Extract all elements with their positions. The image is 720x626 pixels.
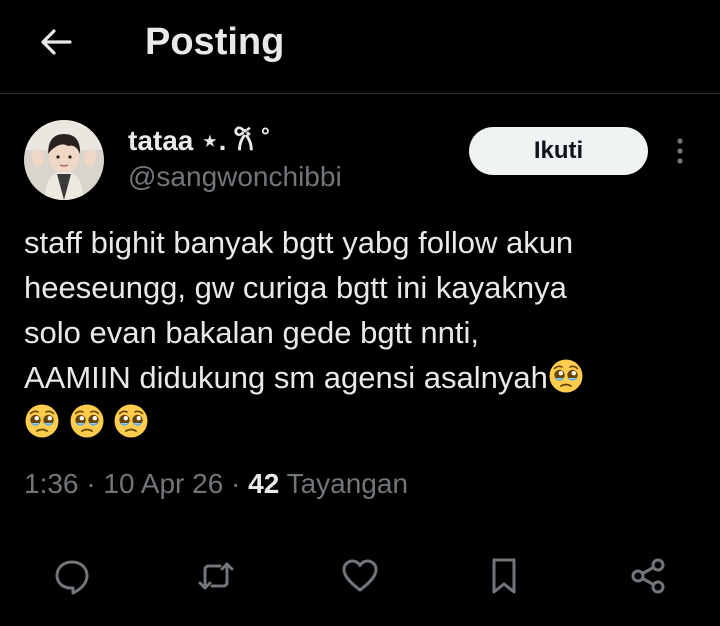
page-title: Posting: [145, 21, 285, 63]
pleading-face-emoji: [548, 358, 584, 394]
like-button[interactable]: [336, 552, 384, 600]
bookmark-button[interactable]: [480, 552, 528, 600]
top-bar: Posting: [0, 0, 720, 94]
back-button[interactable]: [34, 20, 78, 64]
more-options-button[interactable]: [664, 131, 696, 171]
post-text: staff bighit banyak bgtt yabg follow aku…: [24, 220, 704, 445]
pleading-face-emoji: [24, 403, 60, 439]
pleading-face-emoji: [113, 403, 149, 439]
reply-button[interactable]: [48, 552, 96, 600]
post-text-segment: AAMIIN didukung sm agensi asalnyah: [24, 360, 548, 395]
post-text-line: heeseungg, gw curiga bgtt ini kayaknya: [24, 270, 567, 305]
post-date[interactable]: 10 Apr 26: [103, 468, 223, 499]
action-bar: [0, 548, 720, 604]
reply-icon: [55, 560, 89, 595]
profile-photo: [24, 120, 104, 200]
share-icon: [631, 558, 665, 594]
bookmark-icon: [492, 558, 516, 594]
repost-button[interactable]: [192, 552, 240, 600]
post-text-line: solo evan bakalan gede bgtt nnti,: [24, 315, 480, 350]
post-text-line: staff bighit banyak bgtt yabg follow aku…: [24, 225, 574, 260]
post-text-line: AAMIIN didukung sm agensi asalnyah: [24, 355, 704, 400]
share-button[interactable]: [624, 552, 672, 600]
views-label: Tayangan: [286, 468, 409, 499]
repost-icon: [198, 562, 234, 590]
more-vertical-icon: [677, 138, 683, 164]
author-handle[interactable]: @sangwonchibbi: [128, 160, 342, 194]
views-count: 42: [248, 468, 280, 499]
arrow-left-icon: [41, 29, 72, 55]
author-display-name[interactable]: tataa ⋆. 𐙚 ˚: [128, 124, 271, 158]
heart-icon: [342, 559, 378, 592]
meta-separator: ·: [223, 468, 249, 499]
meta-separator: ·: [78, 468, 104, 499]
avatar[interactable]: [24, 120, 104, 200]
emoji-line: [24, 400, 704, 445]
follow-button[interactable]: Ikuti: [469, 127, 648, 175]
post-meta: 1:36 · 10 Apr 26 · 42 Tayangan: [24, 464, 408, 504]
pleading-face-emoji: [69, 403, 105, 439]
post-time[interactable]: 1:36: [24, 468, 79, 499]
